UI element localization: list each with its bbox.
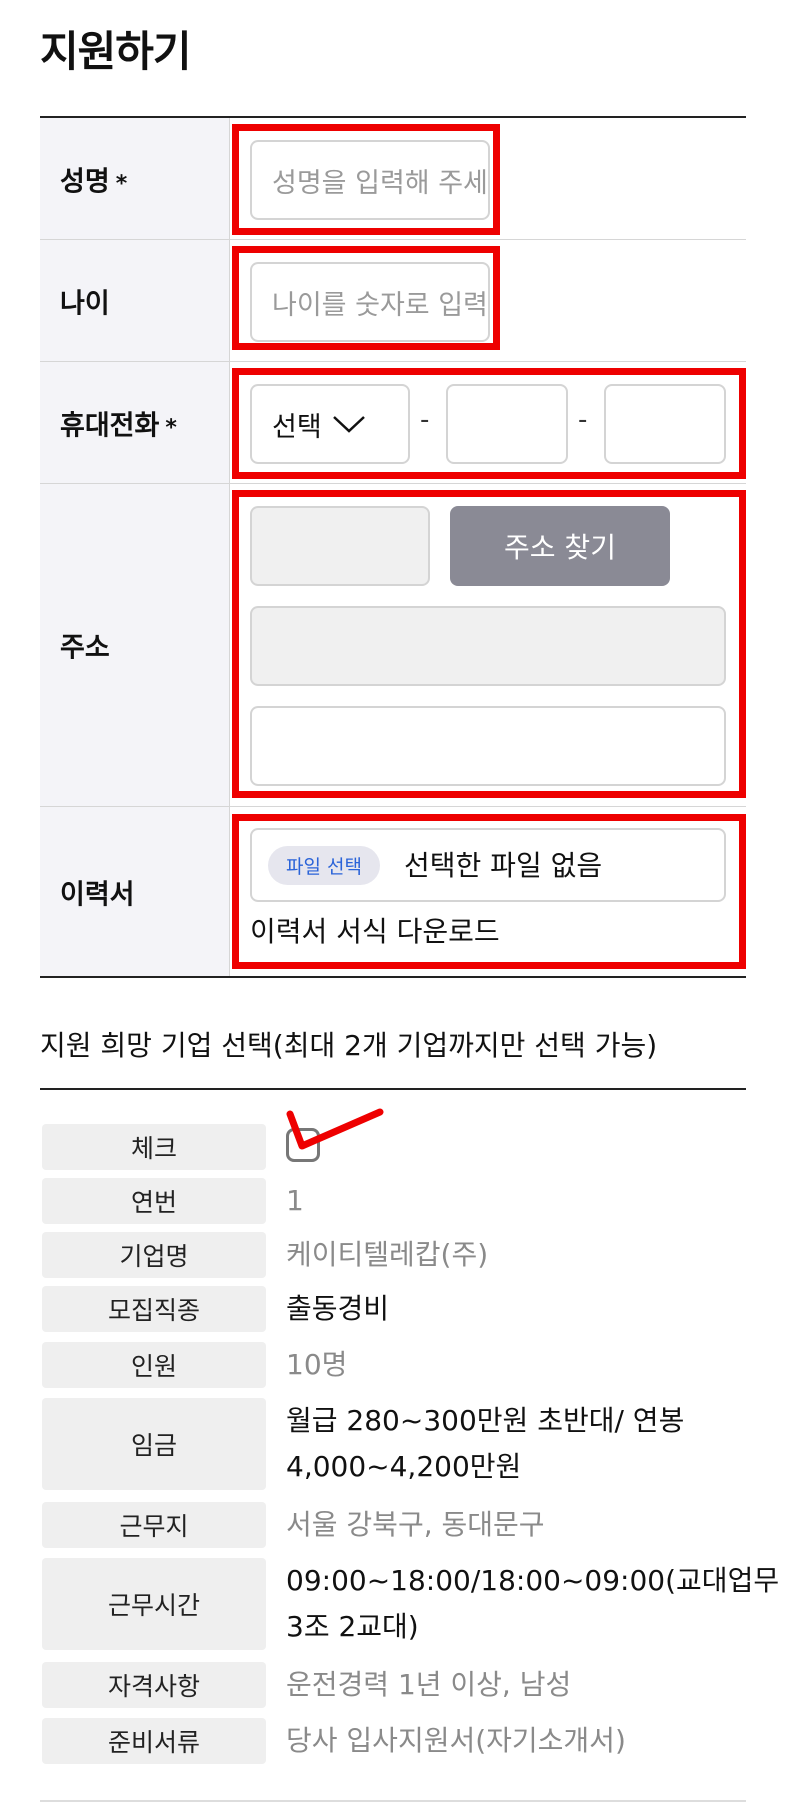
wage-value-line2: 4,000~4,200만원 [286, 1450, 522, 1483]
hours-value-line2: 3조 2교대) [286, 1610, 419, 1643]
page-title: 지원하기 [40, 27, 192, 76]
name-label: 성명 [60, 166, 110, 197]
job-value: 출동경비 [286, 1292, 390, 1325]
resume-highlight-box [232, 814, 746, 969]
section-end-divider [40, 1800, 746, 1802]
resume-label-cell: 이력서 [40, 807, 230, 976]
phone-highlight-box [232, 368, 746, 479]
name-label-cell: 성명 * [40, 118, 230, 239]
no-label: 연번 [42, 1178, 266, 1224]
company-label: 기업명 [42, 1232, 266, 1278]
wage-label: 임금 [42, 1398, 266, 1490]
qualification-label: 자격사항 [42, 1662, 266, 1708]
qualification-value: 운전경력 1년 이상, 남성 [286, 1668, 572, 1701]
location-label: 근무지 [42, 1502, 266, 1548]
address-label-cell: 주소 [40, 484, 230, 806]
required-mark: * [165, 415, 177, 440]
hours-value-line1: 09:00~18:00/18:00~09:00(교대업무 [286, 1564, 780, 1597]
check-label: 체크 [42, 1124, 266, 1170]
hours-label: 근무시간 [42, 1558, 266, 1650]
company-section-heading: 지원 희망 기업 선택(최대 2개 기업까지만 선택 가능) [40, 1029, 658, 1062]
address-highlight-box [232, 490, 746, 798]
people-label: 인원 [42, 1342, 266, 1388]
phone-label: 휴대전화 [60, 410, 160, 441]
name-highlight-box [232, 124, 500, 235]
red-checkmark-icon [286, 1108, 384, 1150]
resume-label: 이력서 [60, 879, 135, 910]
job-label: 모집직종 [42, 1286, 266, 1332]
age-highlight-box [232, 246, 500, 350]
company-section-divider [40, 1088, 746, 1090]
people-value: 10명 [286, 1348, 348, 1381]
wage-value-line1: 월급 280~300만원 초반대/ 연봉 [286, 1404, 685, 1437]
required-mark: * [115, 171, 128, 196]
documents-value: 당사 입사지원서(자기소개서) [286, 1724, 626, 1757]
phone-label-cell: 휴대전화 * [40, 362, 230, 483]
documents-label: 준비서류 [42, 1718, 266, 1764]
age-label: 나이 [60, 288, 110, 319]
form-bottom-divider [40, 976, 746, 978]
address-label: 주소 [60, 632, 110, 664]
location-value: 서울 강북구, 동대문구 [286, 1508, 545, 1541]
company-value: 케이티텔레캅(주) [286, 1238, 489, 1271]
no-value: 1 [286, 1184, 304, 1217]
age-label-cell: 나이 [40, 240, 230, 361]
